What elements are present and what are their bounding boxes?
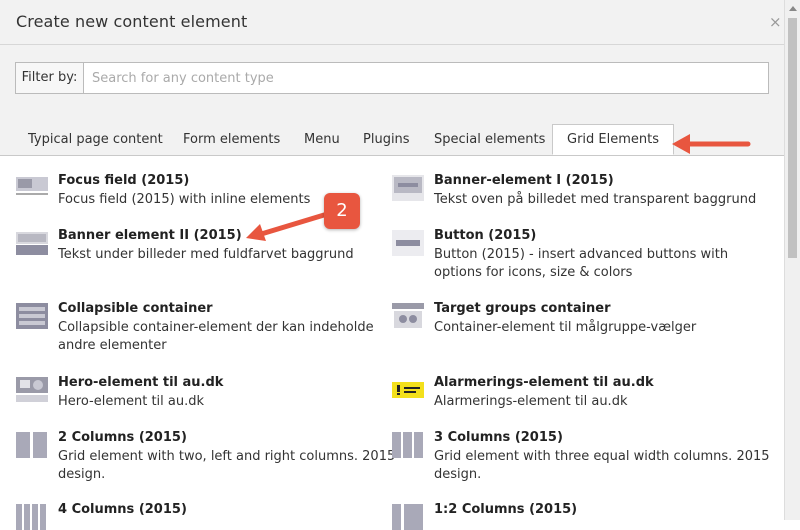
scrollbar[interactable] <box>784 0 800 520</box>
filter-box: Filter by: <box>15 62 772 94</box>
tab-form-elements[interactable]: Form elements <box>169 125 294 155</box>
tab-plugins[interactable]: Plugins <box>349 125 424 155</box>
tab-grid-elements[interactable]: Grid Elements <box>552 124 675 155</box>
focus-field-thumb-icon <box>16 175 48 201</box>
collapsible-thumb-icon <box>16 303 48 329</box>
banner-2-thumb-icon <box>16 232 48 255</box>
item-desc: Grid element with two, left and right co… <box>58 449 396 482</box>
list-item-target-groups-container[interactable]: Target groups container Container-elemen… <box>392 301 772 341</box>
modal-title: Create new content element <box>16 12 248 31</box>
item-title: 1:2 Columns (2015) <box>434 502 578 517</box>
list-item-banner-element-i[interactable]: Banner-element I (2015) Tekst oven på bi… <box>392 173 772 213</box>
two-columns-thumb-icon <box>16 432 47 458</box>
item-title: 2 Columns (2015) <box>58 430 187 445</box>
item-title: Hero-element til au.dk <box>58 375 224 390</box>
item-desc: Container-element til målgruppe-vælger <box>434 320 697 335</box>
annotation-badge: 2 <box>324 193 360 229</box>
modal-header: Create new content element × <box>0 0 784 45</box>
list-item-button[interactable]: Button (2015) Button (2015) - insert adv… <box>392 228 772 280</box>
item-title: Button (2015) <box>434 228 537 243</box>
list-item-alarmerings-element[interactable]: Alarmerings-element til au.dk Alarmering… <box>392 375 772 415</box>
item-desc: Tekst oven på billedet med transparent b… <box>434 192 757 207</box>
item-desc: Grid element with three equal width colu… <box>434 449 770 482</box>
item-desc: Button (2015) - insert advanced buttons … <box>434 247 729 280</box>
filter-area: Filter by: <box>0 45 784 109</box>
list-item-focus-field[interactable]: Focus field (2015) Focus field (2015) wi… <box>16 173 376 213</box>
scroll-thumb[interactable] <box>788 18 797 258</box>
item-title: Collapsible container <box>58 301 213 316</box>
list-item-three-columns[interactable]: 3 Columns (2015) Grid element with three… <box>392 430 772 482</box>
list-item-collapsible-container[interactable]: Collapsible container Collapsible contai… <box>16 301 376 353</box>
scroll-up-icon[interactable] <box>789 6 797 11</box>
list-item-two-columns[interactable]: 2 Columns (2015) Grid element with two, … <box>16 430 396 482</box>
one-two-columns-thumb-icon <box>392 504 423 530</box>
item-title: Alarmerings-element til au.dk <box>434 375 654 390</box>
filter-label: Filter by: <box>16 63 84 93</box>
annotation-arrow-banner <box>246 212 327 241</box>
item-title: Focus field (2015) <box>58 173 190 188</box>
alarm-thumb-icon <box>392 382 424 398</box>
item-desc: Collapsible container-element der kan in… <box>58 320 374 353</box>
item-title: Banner element II (2015) <box>58 228 242 243</box>
annotation-arrow-tab <box>672 134 751 154</box>
item-title: 4 Columns (2015) <box>58 502 187 517</box>
target-groups-thumb-icon <box>392 303 424 328</box>
hero-thumb-icon <box>16 377 48 402</box>
search-input[interactable] <box>84 63 772 93</box>
tab-typical-page-content[interactable]: Typical page content <box>14 125 177 155</box>
tab-menu[interactable]: Menu <box>290 125 354 155</box>
tab-bar: Typical page content Form elements Menu … <box>0 109 784 156</box>
item-title: 3 Columns (2015) <box>434 430 563 445</box>
item-desc: Alarmerings-element til au.dk <box>434 394 628 409</box>
list-item-hero-element[interactable]: Hero-element til au.dk Hero-element til … <box>16 375 376 415</box>
banner-1-thumb-icon <box>392 175 424 201</box>
item-title: Target groups container <box>434 301 611 316</box>
close-icon[interactable]: × <box>769 13 782 31</box>
item-title: Banner-element I (2015) <box>434 173 614 188</box>
item-desc: Tekst under billeder med fuldfarvet bagg… <box>58 247 354 262</box>
list-item-four-columns[interactable]: 4 Columns (2015) <box>16 502 376 530</box>
list-item-one-two-columns[interactable]: 1:2 Columns (2015) <box>392 502 772 530</box>
tab-special-elements[interactable]: Special elements <box>420 125 559 155</box>
four-columns-thumb-icon <box>16 504 46 530</box>
item-desc: Hero-element til au.dk <box>58 394 205 409</box>
button-thumb-icon <box>392 230 424 256</box>
three-columns-thumb-icon <box>392 432 423 458</box>
